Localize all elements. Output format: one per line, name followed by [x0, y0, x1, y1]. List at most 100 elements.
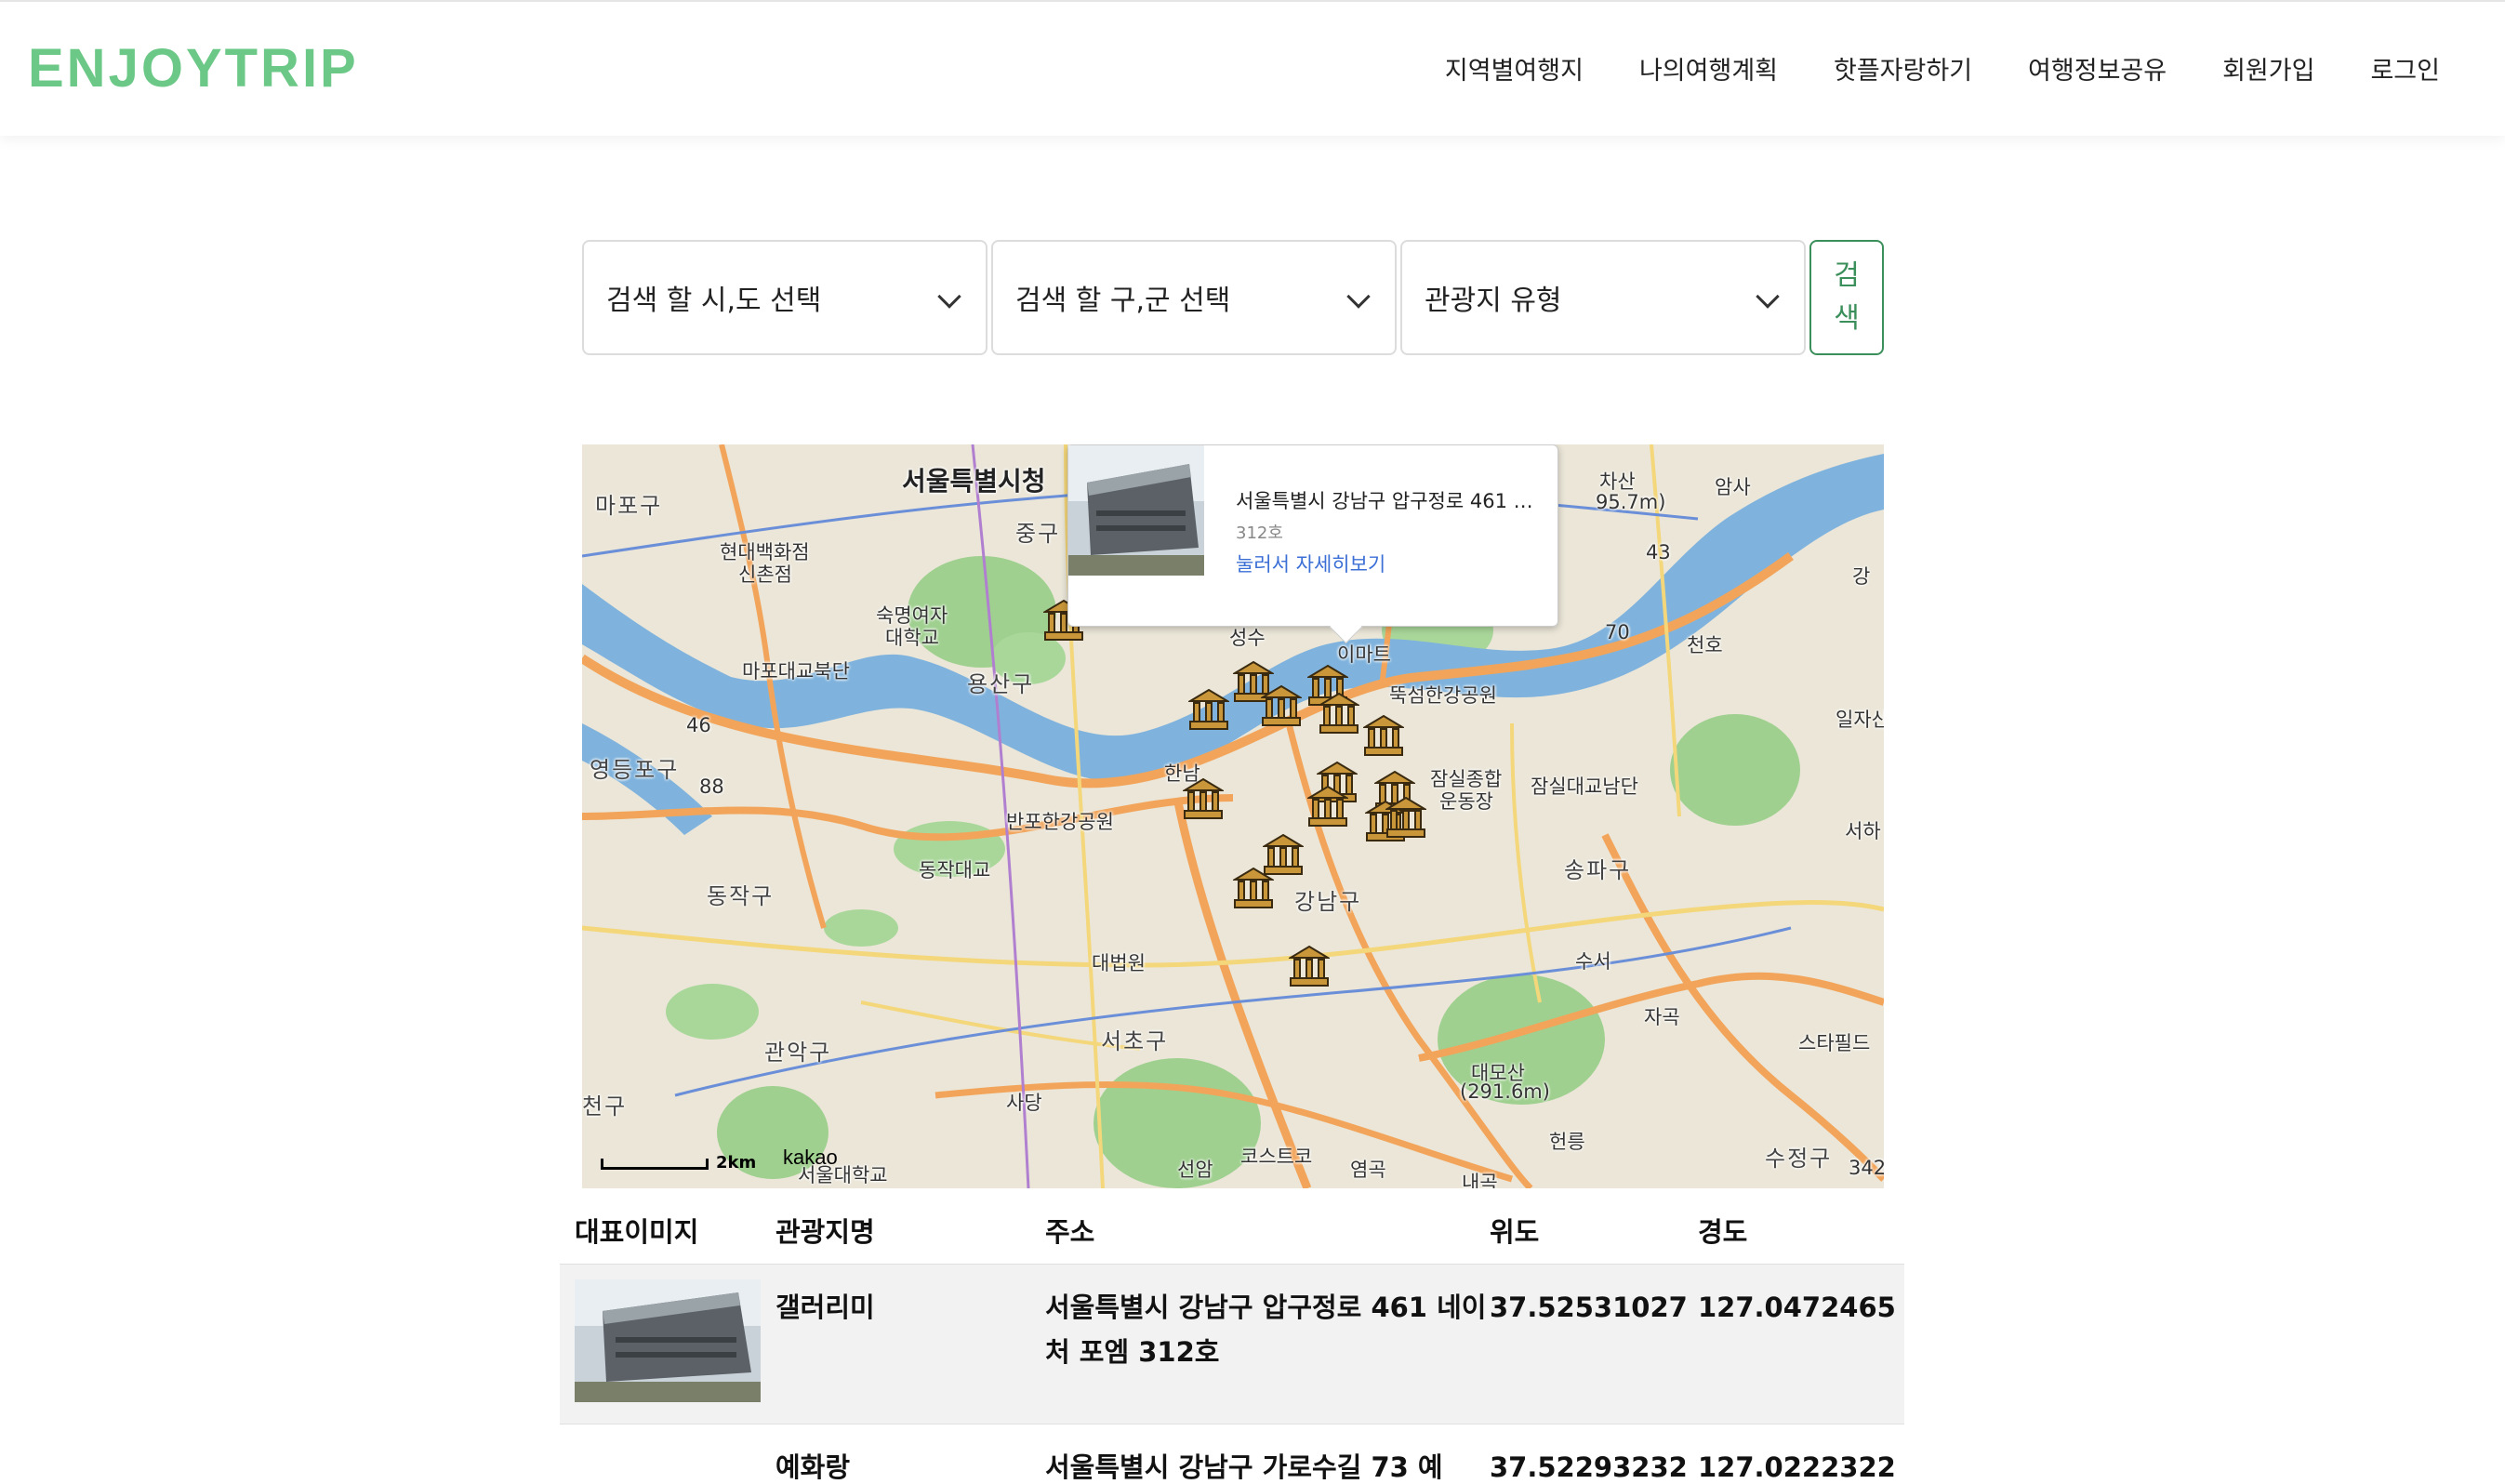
scale-bar [601, 1159, 709, 1170]
row-lng: 127.0472465 [1698, 1292, 1896, 1323]
map-label: 천호 [1687, 634, 1723, 656]
map-label: 동작대교 [919, 859, 991, 881]
map-label: 용산구 [967, 671, 1035, 697]
chevron-down-icon [1346, 285, 1371, 309]
content-type-select-label: 관광지 유형 [1425, 285, 1562, 317]
attraction-table: 대표이미지 관광지명 주소 위도 경도 갤러리미 서울특별시 강남구 압구정로 … [560, 1196, 1904, 1484]
info-window-popup: 서울특별시 강남구 압구정로 461 네이처 포엠 312호 눌러서 자세히보기 [1067, 444, 1558, 627]
row-lat: 37.52531027 [1490, 1292, 1688, 1323]
map-label: 내곡 [1462, 1172, 1498, 1188]
row-address: 서울특별시 강남구 압구정로 461 네이처 포엠 312호 [1045, 1292, 1487, 1368]
gugun-select[interactable]: 검색 할 구,군 선택 [991, 240, 1397, 355]
table-row[interactable]: 예화랑 서울특별시 강남구 가로수길 73 예 37.52293232 127.… [560, 1424, 1904, 1484]
map-label: 동작구 [707, 883, 775, 909]
table-header: 대표이미지 관광지명 주소 위도 경도 [560, 1196, 1904, 1265]
nav-item-region-trips[interactable]: 지역별여행지 [1445, 50, 1584, 86]
map-label: 관악구 [764, 1040, 832, 1066]
museum-marker-icon[interactable] [1363, 714, 1404, 757]
map-label: 46 [686, 714, 711, 736]
map-label: 마포구 [595, 493, 663, 519]
header-address: 주소 [1045, 1215, 1095, 1248]
museum-marker-icon[interactable] [1319, 692, 1359, 735]
map-label: 뚝섬한강공원 [1389, 684, 1497, 707]
map-label: 선암 [1177, 1159, 1213, 1181]
museum-marker-icon[interactable] [1188, 688, 1229, 731]
row-lat: 37.52293232 [1490, 1451, 1688, 1483]
header-image: 대표이미지 [575, 1215, 699, 1248]
chevron-down-icon [937, 285, 961, 309]
museum-marker-icon[interactable] [1261, 684, 1302, 727]
map-label: 수정구 [1765, 1146, 1833, 1172]
map-label: 마포대교북단 [742, 660, 850, 682]
museum-marker-icon[interactable] [1385, 796, 1426, 839]
site-logo[interactable]: ENJOYTRIP [28, 37, 359, 99]
nav-item-signup[interactable]: 회원가입 [2222, 50, 2314, 86]
content-type-select[interactable]: 관광지 유형 [1400, 240, 1806, 355]
main-nav: 지역별여행지 나의여행계획 핫플자랑하기 여행정보공유 회원가입 로그인 [1445, 50, 2440, 86]
map-label: 헌릉 [1549, 1131, 1585, 1153]
map-label: 자곡 [1644, 1006, 1680, 1028]
map-label: 대법원 [1092, 952, 1146, 974]
map-label: 강남구 [1294, 889, 1362, 915]
search-bar: 검색 할 시,도 선택 검색 할 구,군 선택 관광지 유형 검색 [582, 240, 1884, 355]
map-label: 코스트코 [1240, 1146, 1313, 1168]
kakao-map[interactable]: 서울특별시청 마포구 현대백화점 신촌점 숙명여자 대학교 중구 마포대교북단 … [582, 444, 1884, 1188]
map-label: 염곡 [1350, 1159, 1386, 1181]
row-name: 예화랑 [775, 1451, 851, 1483]
row-name: 갤러리미 [775, 1292, 875, 1323]
map-label: 신촌점 [738, 563, 792, 586]
map-label: 43 [1646, 541, 1671, 563]
map-label: 수서 [1575, 950, 1611, 973]
map-label: 암사 [1715, 476, 1751, 498]
popup-address: 서울특별시 강남구 압구정로 461 네이처 포엠 [1236, 490, 1548, 512]
map-label: 잠실대교남단 [1531, 775, 1638, 798]
gugun-select-label: 검색 할 구,군 선택 [1015, 285, 1231, 317]
map-label: 88 [699, 775, 724, 798]
nav-item-my-plan[interactable]: 나의여행계획 [1639, 50, 1778, 86]
table-row[interactable]: 갤러리미 서울특별시 강남구 압구정로 461 네이처 포엠 312호 37.5… [560, 1265, 1904, 1424]
gallery-thumbnail-image [1068, 445, 1204, 576]
map-label: 서초구 [1101, 1028, 1169, 1054]
map-label: 중구 [1015, 521, 1061, 547]
map-label: 서울특별시청 [902, 466, 1046, 497]
row-image-cell [560, 1265, 775, 1424]
map-label: 운동장 [1439, 790, 1493, 813]
row-lng: 127.0222322 [1698, 1451, 1896, 1483]
chevron-down-icon [1756, 285, 1780, 309]
nav-item-login[interactable]: 로그인 [2370, 50, 2440, 86]
row-image-cell [560, 1424, 775, 1484]
map-label: 천구 [582, 1093, 628, 1120]
museum-marker-icon[interactable] [1307, 785, 1348, 828]
map-label: 342 [1849, 1157, 1884, 1179]
search-button[interactable]: 검색 [1809, 240, 1884, 355]
sido-select[interactable]: 검색 할 시,도 선택 [582, 240, 987, 355]
map-label: 서하 [1845, 820, 1881, 842]
scale-label: 2km [716, 1153, 757, 1173]
museum-marker-icon[interactable] [1233, 867, 1274, 909]
gallery-thumbnail-image [575, 1279, 761, 1402]
row-address: 서울특별시 강남구 가로수길 73 예 [1045, 1451, 1443, 1483]
map-label: 반포한강공원 [1006, 811, 1114, 833]
kakao-logo: kakao [783, 1146, 838, 1169]
museum-marker-icon[interactable] [1289, 945, 1330, 987]
map-label: 대학교 [885, 627, 939, 649]
popup-detail-link[interactable]: 눌러서 자세히보기 [1236, 550, 1385, 577]
map-label: 스타필드 [1798, 1032, 1871, 1054]
map-label: 송파구 [1564, 857, 1632, 883]
nav-item-hotplace[interactable]: 핫플자랑하기 [1834, 50, 1972, 86]
sido-select-label: 검색 할 시,도 선택 [606, 285, 822, 317]
popup-detail: 312호 [1236, 523, 1283, 543]
map-label: 성수 [1229, 627, 1266, 649]
header-lng: 경도 [1698, 1215, 1748, 1248]
map-label: 일자산 [1836, 709, 1884, 731]
map-label: (291.6m) [1460, 1080, 1550, 1103]
map-label: 강 [1852, 565, 1871, 588]
header-name: 관광지명 [775, 1215, 875, 1248]
nav-item-info-share[interactable]: 여행정보공유 [2028, 50, 2167, 86]
map-label: 영등포구 [590, 757, 680, 783]
header-lat: 위도 [1490, 1215, 1540, 1248]
museum-marker-icon[interactable] [1183, 777, 1224, 820]
map-label: 95.7m) [1596, 491, 1666, 513]
map-label: 70 [1605, 621, 1630, 643]
site-header: ENJOYTRIP 지역별여행지 나의여행계획 핫플자랑하기 여행정보공유 회원… [0, 0, 2505, 136]
